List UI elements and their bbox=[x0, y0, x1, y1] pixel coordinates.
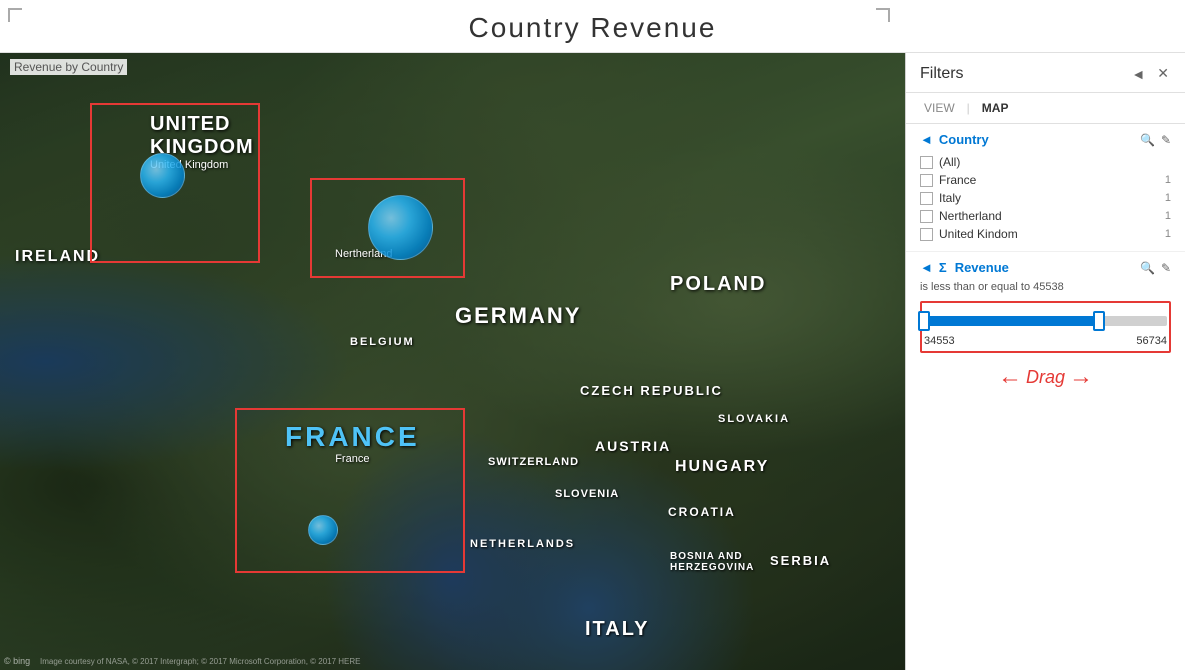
slider-max-value: 56734 bbox=[1136, 335, 1167, 347]
nertherland-count: 1 bbox=[1165, 210, 1171, 222]
checkbox-left-italy: Italy bbox=[920, 191, 961, 205]
page-title: Country Revenue bbox=[0, 12, 1185, 44]
filters-controls: ◄ ✕ bbox=[1129, 63, 1171, 84]
country-option-nertherland: Nertherland 1 bbox=[920, 207, 1171, 225]
corner-decoration-tr bbox=[876, 8, 890, 22]
checkbox-nertherland-label: Nertherland bbox=[939, 209, 1002, 223]
checkbox-italy-label: Italy bbox=[939, 191, 961, 205]
country-filter-actions: 🔍 ✎ bbox=[1140, 133, 1171, 147]
map-subtitle: Revenue by Country bbox=[10, 59, 127, 75]
country-option-italy: Italy 1 bbox=[920, 189, 1171, 207]
tab-map[interactable]: MAP bbox=[978, 99, 1013, 117]
checkbox-france[interactable] bbox=[920, 174, 933, 187]
filters-header: Filters ◄ ✕ bbox=[906, 53, 1185, 93]
uk-bubble-marker[interactable] bbox=[140, 153, 185, 198]
revenue-slider[interactable] bbox=[924, 311, 1167, 331]
drag-annotation: ← Drag → bbox=[920, 363, 1171, 391]
country-option-uk: United Kindom 1 bbox=[920, 225, 1171, 243]
revenue-filter-title[interactable]: ◄ Σ Revenue bbox=[920, 260, 1009, 275]
slider-thumb-left[interactable] bbox=[918, 311, 930, 331]
country-option-all: (All) bbox=[920, 153, 1171, 171]
country-filter-section: ◄ Country 🔍 ✎ (All) France bbox=[906, 124, 1185, 252]
revenue-filter-actions: 🔍 ✎ bbox=[1140, 261, 1171, 275]
slider-min-value: 34553 bbox=[924, 335, 955, 347]
uk-count: 1 bbox=[1165, 228, 1171, 240]
checkbox-uk-label: United Kindom bbox=[939, 227, 1018, 241]
slider-highlight-box: 34553 56734 bbox=[920, 301, 1171, 353]
revenue-collapse-icon: ◄ bbox=[920, 260, 933, 275]
revenue-condition: is less than or equal to 45538 bbox=[920, 281, 1171, 293]
filters-panel: Filters ◄ ✕ VIEW | MAP ◄ Country 🔍 ✎ bbox=[905, 53, 1185, 670]
checkbox-uk[interactable] bbox=[920, 228, 933, 241]
checkbox-italy[interactable] bbox=[920, 192, 933, 205]
country-filter-title[interactable]: ◄ Country bbox=[920, 132, 989, 147]
tab-divider: | bbox=[967, 101, 970, 115]
drag-arrow-right: → bbox=[1069, 363, 1093, 391]
collapse-panel-button[interactable]: ◄ bbox=[1129, 63, 1147, 84]
country-title-text: Country bbox=[939, 132, 989, 147]
checkbox-all-label: (All) bbox=[939, 155, 960, 169]
france-bubble-marker[interactable] bbox=[308, 515, 338, 545]
revenue-title-text: Revenue bbox=[955, 260, 1009, 275]
country-filter-search-icon[interactable]: 🔍 bbox=[1140, 133, 1155, 147]
main-content: Revenue by Country UNITED KINGDOM United… bbox=[0, 53, 1185, 670]
checkbox-france-label: France bbox=[939, 173, 976, 187]
filters-title: Filters bbox=[920, 65, 964, 83]
collapse-icon: ◄ bbox=[920, 132, 933, 147]
checkbox-left-nertherland: Nertherland bbox=[920, 209, 1002, 223]
country-option-france: France 1 bbox=[920, 171, 1171, 189]
drag-label: Drag bbox=[1026, 367, 1065, 388]
tab-view[interactable]: VIEW bbox=[920, 99, 959, 117]
france-highlight-box bbox=[235, 408, 465, 573]
map-copyright: Image courtesy of NASA, © 2017 Intergrap… bbox=[40, 657, 361, 666]
slider-values: 34553 56734 bbox=[924, 335, 1167, 347]
revenue-filter-section: ◄ Σ Revenue 🔍 ✎ is less than or equal to… bbox=[906, 252, 1185, 399]
revenue-filter-header: ◄ Σ Revenue 🔍 ✎ bbox=[920, 260, 1171, 275]
filters-tabs: VIEW | MAP bbox=[906, 93, 1185, 124]
slider-thumb-right[interactable] bbox=[1093, 311, 1105, 331]
map-container[interactable]: Revenue by Country UNITED KINGDOM United… bbox=[0, 53, 905, 670]
checkbox-left-uk: United Kindom bbox=[920, 227, 1018, 241]
country-filter-header: ◄ Country 🔍 ✎ bbox=[920, 132, 1171, 147]
corner-decoration-tl bbox=[8, 8, 22, 22]
checkbox-all[interactable] bbox=[920, 156, 933, 169]
italy-count: 1 bbox=[1165, 192, 1171, 204]
revenue-filter-edit-icon[interactable]: ✎ bbox=[1161, 261, 1171, 275]
drag-arrow-left: ← bbox=[998, 363, 1022, 391]
checkbox-left-france: France bbox=[920, 173, 976, 187]
slider-active-fill bbox=[924, 316, 1099, 326]
page-header: Country Revenue bbox=[0, 0, 1185, 53]
checkbox-left-all: (All) bbox=[920, 155, 960, 169]
country-filter-edit-icon[interactable]: ✎ bbox=[1161, 133, 1171, 147]
close-panel-button[interactable]: ✕ bbox=[1155, 63, 1171, 84]
france-count: 1 bbox=[1165, 174, 1171, 186]
revenue-filter-search-icon[interactable]: 🔍 bbox=[1140, 261, 1155, 275]
checkbox-nertherland[interactable] bbox=[920, 210, 933, 223]
netherlands-bubble-marker[interactable] bbox=[368, 195, 433, 260]
bing-logo: © bing bbox=[4, 656, 30, 666]
revenue-prefix: Σ bbox=[939, 260, 947, 275]
